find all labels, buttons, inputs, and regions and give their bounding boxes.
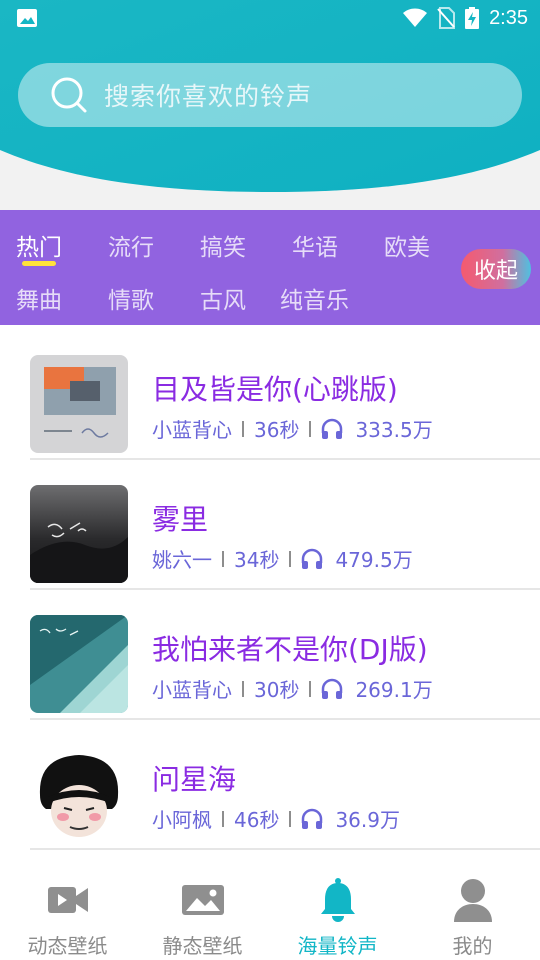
bell-icon xyxy=(320,878,355,922)
meta-separator xyxy=(289,810,292,827)
headphones-icon xyxy=(302,808,323,829)
category-tab-dance[interactable]: 舞曲 xyxy=(16,281,62,315)
category-panel xyxy=(0,210,540,325)
cover-image xyxy=(30,745,128,843)
meta-separator xyxy=(242,420,244,437)
meta-separator xyxy=(309,680,312,697)
headphones-icon xyxy=(302,548,323,569)
category-tab-funny[interactable]: 搞笑 xyxy=(200,228,246,262)
ringtone-duration: 34秒 xyxy=(234,548,280,572)
meta-separator xyxy=(222,810,224,827)
ringtone-duration: 46秒 xyxy=(234,808,280,832)
bottom-navigation: 动态壁纸 静态壁纸 海量铃声 我的 xyxy=(0,860,540,960)
search-placeholder: 搜索你喜欢的铃声 xyxy=(104,82,313,111)
status-time: 2:35 xyxy=(489,6,528,29)
ringtone-artist: 小蓝背心 xyxy=(152,418,232,442)
ringtone-meta: 小蓝背心 30秒 269.1万 xyxy=(152,674,433,703)
ringtone-meta: 小阿枫 46秒 36.9万 xyxy=(152,804,400,833)
ringtone-plays: 479.5万 xyxy=(335,548,413,572)
ringtone-plays: 269.1万 xyxy=(355,678,433,702)
headphones-icon xyxy=(322,678,343,699)
meta-separator xyxy=(309,420,312,437)
ringtone-item[interactable]: 目及皆是你(心跳版) 小蓝背心 36秒 333.5万 xyxy=(0,330,540,460)
ringtone-plays: 333.5万 xyxy=(355,418,433,442)
nav-tab-static-wallpaper[interactable]: 静态壁纸 xyxy=(135,860,270,960)
nav-label: 静态壁纸 xyxy=(162,934,243,958)
status-bar: 2:35 xyxy=(0,0,540,36)
image-icon xyxy=(181,885,224,915)
active-tab-indicator xyxy=(22,261,56,266)
category-tab-love-songs[interactable]: 情歌 xyxy=(108,281,154,315)
no-sim-icon xyxy=(437,7,456,29)
nav-label: 动态壁纸 xyxy=(27,934,108,958)
ringtone-plays: 36.9万 xyxy=(335,808,400,832)
ringtone-artist: 小蓝背心 xyxy=(152,678,232,702)
person-icon xyxy=(453,879,492,922)
list-divider xyxy=(30,848,540,850)
category-tab-chinese[interactable]: 华语 xyxy=(292,228,338,262)
ringtone-meta: 小蓝背心 36秒 333.5万 xyxy=(152,414,433,443)
nav-label: 我的 xyxy=(452,934,493,958)
category-tab-hot[interactable]: 热门 xyxy=(16,228,62,262)
search-icon xyxy=(51,77,87,113)
ringtone-item[interactable]: 雾里 姚六一 34秒 479.5万 xyxy=(0,460,540,590)
cover-image xyxy=(30,355,128,453)
ringtone-item[interactable]: 问星海 小阿枫 46秒 36.9万 xyxy=(0,720,540,850)
gallery-icon xyxy=(17,9,37,27)
meta-separator xyxy=(222,550,224,567)
battery-charging-icon xyxy=(465,7,480,29)
nav-label: 海量铃声 xyxy=(297,934,378,958)
ringtone-title: 目及皆是你(心跳版) xyxy=(152,373,398,406)
cover-image xyxy=(30,485,128,583)
ringtone-artist: 小阿枫 xyxy=(152,808,212,832)
video-icon xyxy=(47,887,88,913)
ringtone-artist: 姚六一 xyxy=(152,548,212,572)
category-tab-instrumental[interactable]: 纯音乐 xyxy=(280,281,349,315)
nav-tab-ringtones[interactable]: 海量铃声 xyxy=(270,860,405,960)
wifi-icon xyxy=(403,8,428,27)
nav-tab-live-wallpaper[interactable]: 动态壁纸 xyxy=(0,860,135,960)
ringtone-title: 雾里 xyxy=(152,503,209,536)
meta-separator xyxy=(289,550,292,567)
search-bar[interactable]: 搜索你喜欢的铃声 xyxy=(18,63,522,127)
collapse-button[interactable]: 收起 xyxy=(461,249,531,289)
nav-tab-mine[interactable]: 我的 xyxy=(405,860,540,960)
cover-image xyxy=(30,615,128,713)
ringtone-item[interactable]: 我怕来者不是你(DJ版) 小蓝背心 30秒 269.1万 xyxy=(0,590,540,720)
ringtone-duration: 36秒 xyxy=(254,418,300,442)
ringtone-meta: 姚六一 34秒 479.5万 xyxy=(152,544,413,573)
category-tab-ancient[interactable]: 古风 xyxy=(200,281,246,315)
category-tab-western[interactable]: 欧美 xyxy=(384,228,430,262)
ringtone-title: 问星海 xyxy=(152,763,237,796)
headphones-icon xyxy=(322,418,343,439)
ringtone-title: 我怕来者不是你(DJ版) xyxy=(152,633,428,666)
category-tab-pop[interactable]: 流行 xyxy=(108,228,154,262)
meta-separator xyxy=(242,680,244,697)
ringtone-duration: 30秒 xyxy=(254,678,300,702)
